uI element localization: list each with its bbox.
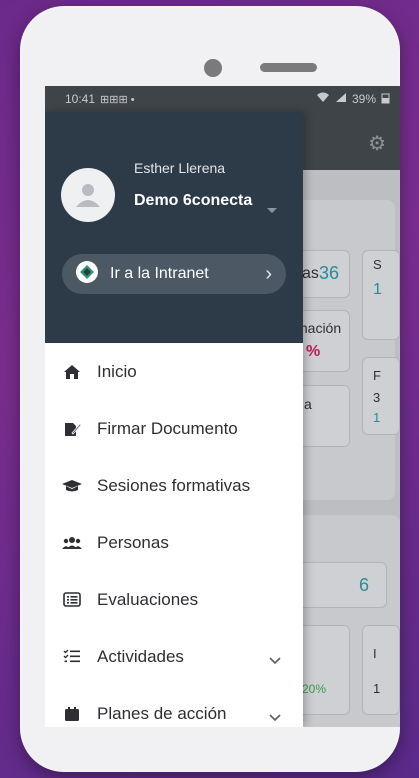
home-icon: [62, 362, 82, 382]
menu-item-label: Planes de acción: [97, 703, 227, 723]
menu-item-planes-de-accion[interactable]: Planes de acción: [45, 685, 303, 727]
status-bar: 10:41 ⊞⊞⊞ • 39%: [45, 86, 400, 112]
menu-item-label: Personas: [97, 532, 169, 552]
menu-item-actividades[interactable]: Actividades: [45, 628, 303, 685]
avatar[interactable]: [61, 168, 115, 222]
signal-icon: [335, 92, 347, 106]
menu-item-inicio[interactable]: Inicio: [45, 343, 303, 400]
gear-icon[interactable]: ⚙: [368, 131, 386, 156]
calendar-icon: [62, 704, 82, 724]
sign-document-icon: [62, 419, 82, 439]
menu-item-sesiones-formativas[interactable]: Sesiones formativas: [45, 457, 303, 514]
list-card-icon: [62, 590, 82, 610]
menu-item-label: Firmar Documento: [97, 418, 238, 438]
menu-item-firmar-documento[interactable]: Firmar Documento: [45, 400, 303, 457]
wifi-icon: [316, 92, 330, 106]
user-silhouette-icon: [76, 184, 100, 207]
graduation-cap-icon: [62, 476, 82, 496]
drawer-menu: Inicio Firmar Documento Sesiones formati…: [45, 343, 303, 727]
battery-icon: [381, 92, 390, 107]
dashboard-tile: I 1: [362, 625, 400, 715]
company-name[interactable]: Demo 6conecta: [134, 188, 254, 214]
app-screen: 10:41 ⊞⊞⊞ • 39% ⚙ as 36 S 1 mación % F 3…: [45, 86, 400, 727]
menu-item-label: Evaluaciones: [97, 589, 199, 609]
menu-item-label: Inicio: [97, 361, 137, 381]
navigation-drawer: Esther Llerena Demo 6conecta Ir a la Int…: [45, 112, 303, 727]
menu-item-personas[interactable]: Personas: [45, 514, 303, 571]
checklist-icon: [62, 647, 82, 667]
users-icon: [62, 533, 82, 553]
chevron-down-icon[interactable]: [269, 650, 281, 670]
chevron-down-icon[interactable]: [269, 707, 281, 727]
camera-icon: [204, 59, 222, 77]
status-time: 10:41: [65, 92, 96, 106]
dashboard-tile: F 3 1: [362, 357, 400, 435]
intranet-logo-icon: [76, 260, 98, 288]
menu-item-label: Actividades: [97, 646, 184, 666]
dashboard-tile: S 1: [362, 250, 400, 340]
drawer-header: Esther Llerena Demo 6conecta Ir a la Int…: [45, 112, 303, 343]
user-name: Esther Llerena: [134, 160, 226, 176]
chevron-right-icon: ›: [265, 262, 272, 285]
menu-item-evaluaciones[interactable]: Evaluaciones: [45, 571, 303, 628]
notification-icons: ⊞⊞⊞ •: [100, 93, 135, 106]
intranet-button[interactable]: Ir a la Intranet ›: [62, 254, 286, 294]
menu-item-label: Sesiones formativas: [97, 475, 251, 495]
battery-percent: 39%: [351, 92, 376, 106]
caret-down-icon[interactable]: [267, 208, 277, 213]
intranet-label: Ir a la Intranet: [110, 265, 209, 282]
speaker-grille: [260, 63, 317, 72]
